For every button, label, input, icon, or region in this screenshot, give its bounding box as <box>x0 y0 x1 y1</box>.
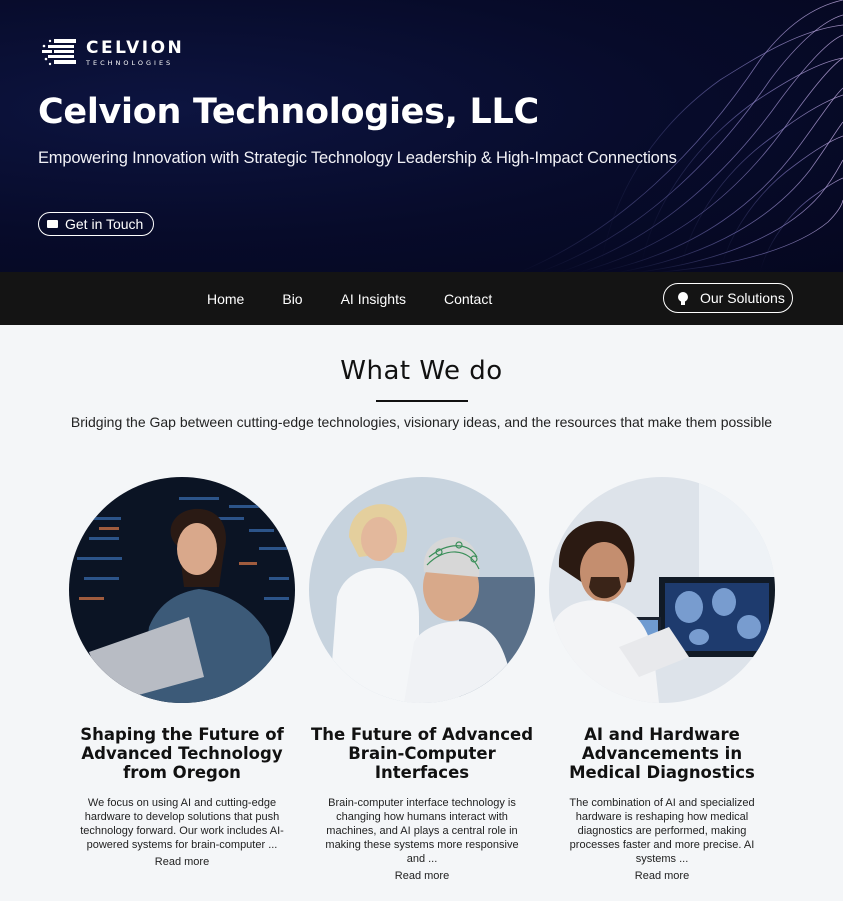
card-image-woman-laptop[interactable] <box>69 477 295 703</box>
card-title: The Future of Advanced Brain-Computer In… <box>310 725 534 782</box>
logo-mark-icon <box>42 39 76 66</box>
our-solutions-label: Our Solutions <box>700 290 785 306</box>
read-more-link[interactable]: Read more <box>155 856 209 868</box>
service-card-diagnostics: AI and Hardware Advancements in Medical … <box>549 477 775 884</box>
card-description: We focus on using AI and cutting-edge ha… <box>80 797 284 851</box>
company-logo[interactable]: CELVION TECHNOLOGIES <box>40 37 184 69</box>
nav-link-bio[interactable]: Bio <box>282 291 302 307</box>
read-more-link[interactable]: Read more <box>395 870 449 882</box>
card-image-doctor-scans[interactable] <box>549 477 775 703</box>
main-navigation: Home Bio AI Insights Contact Our Solutio… <box>0 272 843 325</box>
logo-wordmark: CELVION <box>86 37 185 58</box>
card-title: AI and Hardware Advancements in Medical … <box>569 725 755 782</box>
what-we-do-section: What We do Bridging the Gap between cutt… <box>0 325 843 901</box>
get-in-touch-button[interactable]: Get in Touch <box>38 212 155 236</box>
read-more-link[interactable]: Read more <box>635 870 689 882</box>
title-underline <box>376 400 468 402</box>
section-title: What We do <box>340 356 503 386</box>
lightbulb-icon <box>678 291 688 305</box>
card-description: Brain-computer interface technology is c… <box>325 797 519 865</box>
hero-banner: CELVION TECHNOLOGIES Celvion Technologie… <box>0 0 843 272</box>
logo-subtitle: TECHNOLOGIES <box>86 58 174 67</box>
nav-link-contact[interactable]: Contact <box>444 291 492 307</box>
nav-link-ai-insights[interactable]: AI Insights <box>341 291 406 307</box>
our-solutions-button[interactable]: Our Solutions <box>663 283 793 313</box>
hero-tagline: Empowering Innovation with Strategic Tec… <box>38 149 677 167</box>
card-image-eeg-patient[interactable] <box>309 477 535 703</box>
card-description: The combination of AI and specialized ha… <box>569 797 755 865</box>
section-subtitle: Bridging the Gap between cutting-edge te… <box>70 414 773 430</box>
card-title: Shaping the Future of Advanced Technolog… <box>80 725 284 782</box>
envelope-icon <box>47 220 58 228</box>
nav-link-home[interactable]: Home <box>207 291 244 307</box>
service-card-bci: The Future of Advanced Brain-Computer In… <box>309 477 535 884</box>
service-card-oregon: Shaping the Future of Advanced Technolog… <box>69 477 295 870</box>
get-in-touch-label: Get in Touch <box>65 216 144 232</box>
hero-title: Celvion Technologies, LLC <box>38 92 539 132</box>
